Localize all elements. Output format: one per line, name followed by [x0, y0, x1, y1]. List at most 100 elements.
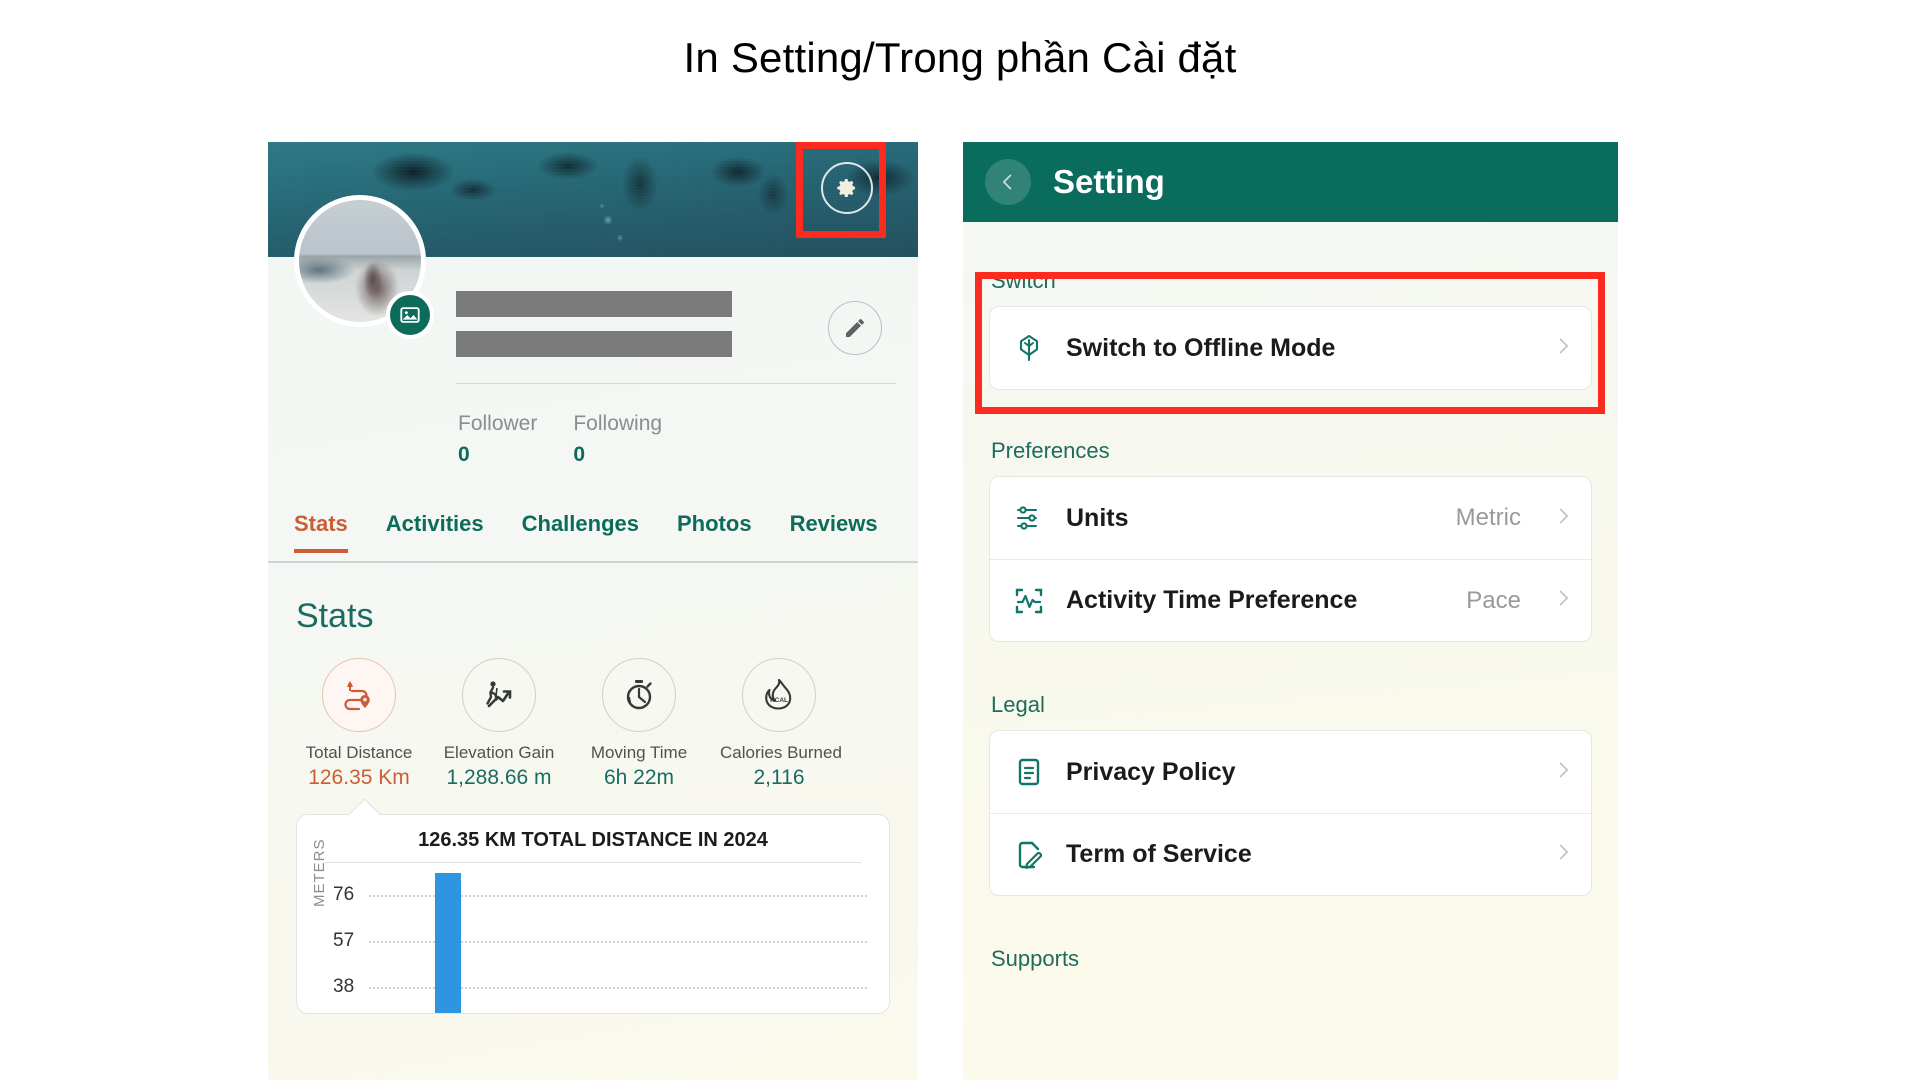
following-count: 0: [573, 443, 586, 466]
gear-icon: [837, 179, 855, 197]
row-chevron: [1553, 333, 1573, 364]
chart-plot-area: METERS 76 57 38: [311, 838, 873, 1013]
leaf-icon: [1019, 334, 1039, 362]
follower-stat[interactable]: Follower 0: [458, 409, 537, 471]
image-icon: [400, 307, 420, 323]
route-icon: [344, 681, 370, 711]
stat-icon-wrap: [602, 658, 676, 732]
y-tick-label: 57: [333, 930, 355, 951]
section-supports: Supports: [963, 896, 1618, 984]
row-value: Metric: [1455, 504, 1521, 531]
chart-bar: [435, 873, 461, 1013]
stat-label: Moving Time: [590, 743, 688, 762]
switch-card: Switch to Offline Mode: [989, 306, 1592, 390]
preferences-card: Units Metric Activity Time Preference Pa…: [989, 476, 1592, 642]
chevron-right-icon: [1559, 338, 1568, 353]
legal-card: Privacy Policy Term of Service: [989, 730, 1592, 896]
section-label-switch: Switch: [991, 268, 1056, 293]
chevron-right-icon: [1559, 590, 1568, 606]
stat-icon-wrap: [322, 658, 396, 732]
change-avatar-button[interactable]: [386, 291, 434, 339]
setting-header: Setting: [963, 142, 1618, 222]
social-stats: Follower 0 Following 0: [458, 409, 662, 471]
tab-photos[interactable]: Photos: [677, 511, 752, 549]
section-switch: Switch Switch to Offline Mode: [963, 222, 1618, 390]
section-label-legal: Legal: [991, 692, 1045, 717]
follower-label: Follower: [458, 412, 538, 435]
row-switch-offline-mode[interactable]: Switch to Offline Mode: [990, 307, 1591, 389]
chevron-right-icon: [1559, 844, 1568, 860]
row-term-of-service[interactable]: Term of Service: [990, 813, 1591, 895]
profile-screenshot-panel: Follower 0 Following 0 Stats Activities …: [268, 142, 918, 1080]
distance-chart-card: 126.35 KM TOTAL DISTANCE IN 2024 METERS …: [296, 814, 890, 1014]
row-icon-wrap: [1012, 584, 1046, 618]
stat-label: Elevation Gain: [443, 743, 555, 762]
stat-value: 6h 22m: [603, 766, 675, 789]
flame-kcal-icon: KCAL: [765, 678, 792, 710]
tab-activities[interactable]: Activities: [386, 511, 484, 549]
section-legal: Legal Privacy Policy Term of Service: [963, 642, 1618, 896]
row-privacy-policy[interactable]: Privacy Policy: [990, 731, 1591, 813]
stat-label: Total Distance: [305, 743, 413, 762]
chart-title: 126.35 KM TOTAL DISTANCE IN 2024: [325, 829, 861, 863]
stat-value: 2,116: [753, 766, 805, 789]
profile-tabs: Stats Activities Challenges Photos Revie…: [268, 511, 918, 563]
follower-count: 0: [458, 443, 470, 466]
row-icon-wrap: [1012, 755, 1046, 789]
back-button[interactable]: [985, 159, 1031, 205]
document-pencil-icon: [1018, 841, 1043, 869]
stat-value: 126.35 Km: [308, 766, 410, 789]
edit-profile-button[interactable]: [828, 301, 882, 355]
pencil-icon: [846, 319, 864, 337]
chart-y-axis-label: METERS: [311, 838, 328, 907]
chevron-right-icon: [1559, 508, 1568, 523]
stopwatch-icon: [626, 680, 652, 710]
row-icon-wrap: [1012, 501, 1046, 535]
document-lines-icon: [1018, 758, 1040, 786]
section-label-supports: Supports: [991, 946, 1080, 971]
page-title: In Setting/Trong phần Cài đặt: [683, 34, 1237, 81]
row-icon-wrap: [1012, 331, 1046, 365]
row-label: Activity Time Preference: [1066, 586, 1358, 614]
section-preferences: Preferences Units Metric Activity Time P…: [963, 390, 1618, 642]
redacted-name-line: [456, 291, 732, 317]
stat-total-distance: Total Distance 126.35 Km: [300, 658, 418, 792]
section-label-preferences: Preferences: [991, 438, 1110, 463]
stat-label: Calories Burned: [720, 743, 842, 762]
following-stat[interactable]: Following 0: [573, 409, 662, 471]
stat-icon-wrap: [462, 658, 536, 732]
stat-moving-time: Moving Time 6h 22m: [580, 658, 698, 792]
sliders-icon: [1016, 506, 1038, 530]
setting-title: Setting: [1053, 163, 1165, 200]
row-label: Switch to Offline Mode: [1066, 333, 1336, 362]
row-icon-wrap: [1012, 838, 1046, 872]
setting-screenshot-panel: Setting Switch Switch to Offline Mode Pr…: [963, 142, 1618, 1080]
row-activity-time-preference[interactable]: Activity Time Preference Pace: [990, 559, 1591, 641]
stats-heading: Stats: [296, 597, 374, 635]
row-chevron: [1553, 503, 1573, 534]
tab-stats[interactable]: Stats: [294, 511, 348, 553]
row-units[interactable]: Units Metric: [990, 477, 1591, 559]
row-label: Privacy Policy: [1066, 757, 1236, 786]
y-tick-label: 76: [333, 884, 355, 905]
tab-reviews[interactable]: Reviews: [790, 511, 878, 549]
settings-gear-button[interactable]: [821, 162, 873, 214]
redacted-handle-line: [456, 331, 732, 357]
row-value: Pace: [1466, 586, 1521, 614]
stats-summary-row: Total Distance 126.35 Km Elevation Gain …: [268, 636, 918, 792]
following-label: Following: [573, 412, 663, 435]
row-label: Term of Service: [1066, 840, 1252, 868]
svg-text:KCAL: KCAL: [770, 697, 788, 704]
hiker-uphill-icon: [486, 681, 512, 708]
profile-identity-zone: Follower 0 Following 0: [268, 195, 918, 466]
row-label: Units: [1066, 503, 1129, 532]
stat-value: 1,288.66 m: [446, 766, 552, 789]
stat-calories-burned: KCAL Calories Burned 2,116: [720, 658, 842, 792]
row-chevron: [1553, 585, 1573, 616]
y-tick-label: 38: [333, 976, 355, 997]
profile-divider: [456, 383, 896, 384]
row-chevron: [1553, 757, 1573, 788]
chevron-left-icon: [1003, 174, 1012, 190]
tab-challenges[interactable]: Challenges: [522, 511, 639, 549]
redacted-name-block: [456, 291, 732, 371]
